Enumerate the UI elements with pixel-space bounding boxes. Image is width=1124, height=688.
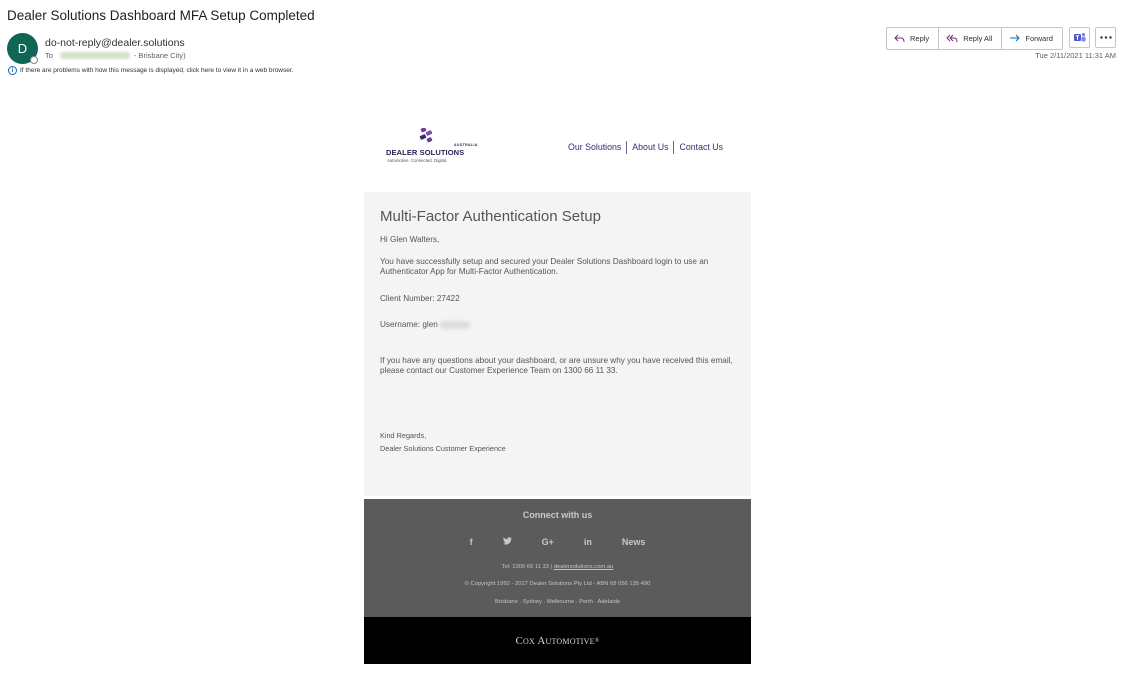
website-link[interactable]: dealersolutions.com.au	[554, 564, 614, 570]
reply-button[interactable]: Reply	[887, 28, 940, 49]
reply-icon	[894, 34, 905, 43]
logo-name: DEALER SOLUTIONS	[386, 148, 465, 157]
copyright: © Copyright 1992 - 2017 Dealer Solutions…	[464, 581, 651, 587]
signature: Dealer Solutions Customer Experience	[380, 444, 506, 453]
received-date: Tue 2/11/2021 11:31 AM	[1035, 51, 1116, 60]
logo-mark-icon	[419, 128, 433, 143]
google-plus-icon[interactable]: G+	[542, 537, 554, 547]
dealer-solutions-logo[interactable]: AUSTRALIA DEALER SOLUTIONS Automotive. C…	[386, 128, 477, 166]
teams-icon	[1073, 32, 1085, 42]
social-links: f G+ in News	[364, 537, 751, 547]
recipient-row: To - Brisbane City)	[45, 51, 186, 60]
teams-button[interactable]	[1069, 27, 1090, 48]
news-link[interactable]: News	[622, 537, 646, 547]
regards: Kind Regards,	[380, 430, 427, 440]
ellipsis-icon	[1099, 36, 1112, 39]
more-actions-button[interactable]	[1095, 27, 1116, 48]
username-row: Username: glen	[380, 320, 735, 331]
greeting: Hi Glen Walters,	[380, 235, 440, 244]
recipient-suffix: - Brisbane City)	[133, 51, 186, 60]
contact-line: Tel: 1300 66 11 33 | dealersolutions.com…	[364, 564, 751, 570]
to-label: To	[45, 51, 53, 60]
locations: Brisbane . Sydney . Melbourne . Perth . …	[494, 599, 621, 605]
contact-paragraph: If you have any questions about your das…	[380, 355, 733, 376]
reply-all-icon	[946, 34, 958, 43]
reply-all-button[interactable]: Reply All	[939, 28, 1003, 49]
forward-button[interactable]: Forward	[1002, 28, 1062, 49]
cox-automotive-logo: Cox Automotive	[515, 634, 595, 647]
email-footer: Connect with us f G+ in News Tel: 1300 6…	[364, 499, 751, 617]
email-subject: Dealer Solutions Dashboard MFA Setup Com…	[7, 8, 315, 23]
redacted-username	[440, 320, 471, 329]
twitter-icon[interactable]	[502, 537, 512, 547]
presence-icon	[30, 56, 38, 64]
email-nav: Our Solutions About Us Contact Us	[563, 141, 728, 154]
logo-tagline: Automotive. Connected. Digital.	[387, 158, 448, 163]
logo-country: AUSTRALIA	[454, 143, 478, 147]
redacted-recipient[interactable]	[59, 52, 130, 59]
sender-email[interactable]: do-not-reply@dealer.solutions	[45, 37, 185, 49]
connect-heading: Connect with us	[522, 510, 593, 520]
avatar-initial: D	[17, 41, 28, 56]
message-actions: Reply Reply All Forward	[886, 27, 1063, 50]
reply-all-label: Reply All	[963, 34, 993, 43]
nav-contact-us[interactable]: Contact Us	[673, 141, 728, 154]
nav-about-us[interactable]: About Us	[626, 141, 673, 154]
footer-tel: Tel: 1300 66 11 33 |	[501, 564, 553, 570]
forward-label: Forward	[1025, 34, 1053, 43]
info-bar-text[interactable]: If there are problems with how this mess…	[20, 67, 293, 74]
setup-paragraph: You have successfully setup and secured …	[380, 256, 709, 277]
reply-label: Reply	[910, 34, 930, 43]
message-title: Multi-Factor Authentication Setup	[380, 208, 601, 225]
email-header: AUSTRALIA DEALER SOLUTIONS Automotive. C…	[364, 118, 751, 192]
nav-our-solutions[interactable]: Our Solutions	[563, 141, 626, 154]
linkedin-icon[interactable]: in	[584, 537, 592, 547]
facebook-icon[interactable]: f	[470, 537, 473, 547]
email-body: AUSTRALIA DEALER SOLUTIONS Automotive. C…	[364, 118, 751, 664]
info-icon: i	[8, 66, 17, 75]
forward-icon	[1010, 34, 1021, 42]
cox-automotive-banner[interactable]: Cox Automotive ®	[364, 617, 751, 664]
client-number: Client Number: 27422	[380, 293, 460, 303]
username: Username: glen	[380, 320, 438, 329]
message-card: Multi-Factor Authentication Setup Hi Gle…	[364, 192, 751, 496]
info-bar[interactable]: i If there are problems with how this me…	[8, 66, 293, 75]
